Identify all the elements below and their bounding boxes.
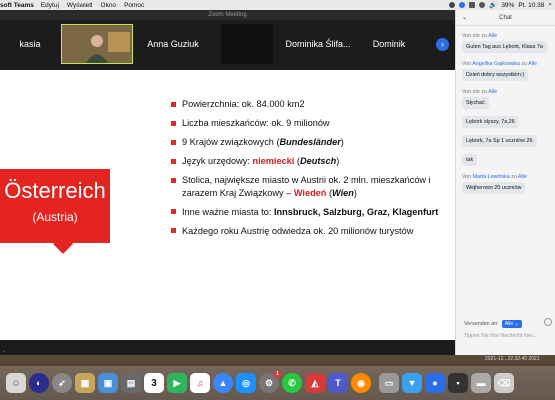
search-icon[interactable]: ⌕ <box>548 1 552 9</box>
message-sender: Von Angelika Gajkowska zu Alle <box>462 61 538 67</box>
chat-message: Wejherowo 20 uczniów <box>462 182 526 194</box>
file-icon[interactable] <box>544 318 552 326</box>
participant-tile-dominika[interactable]: Dominika Ślifa... <box>280 24 356 64</box>
fact-states: 9 Krajów związkowych (Bundesländer) <box>171 136 441 149</box>
dock: ☺ ◐ ➶ ▦ ▣ ▤ 3 ▶ ♫ ▲ ◎ ⚙ 1 ✆ ◭ T ◉ ▭ ▼ ● ▪… <box>0 366 555 400</box>
send-to-label: Versenden an: <box>464 321 499 327</box>
participant-name: kasia <box>19 39 41 49</box>
chat-input[interactable]: Tippen Sie Ihre Nachricht hier... <box>464 333 552 339</box>
chat-header: ⌄ Chat <box>456 10 555 26</box>
calendar-icon[interactable]: 3 <box>144 373 164 393</box>
fact-area: Powierzchnia: ok. 84.000 km2 <box>171 98 441 111</box>
chat-title: Chat <box>499 15 512 21</box>
participant-name: Anna Guziuk <box>147 39 199 49</box>
participant-strip: kasia Anna Guziuk Dominika Ślifa... Domi… <box>0 20 455 70</box>
fact-capital: Stolica, największe miasto w Austrii ok.… <box>171 174 441 199</box>
message-sender: Von mir zu Alle <box>462 89 498 95</box>
fact-list: Powierzchnia: ok. 84.000 km2 Liczba mies… <box>171 98 441 244</box>
message-sender: Von Marta Lewińska zu Alle <box>462 174 527 180</box>
message-sender: Von mir zu Alle <box>462 33 498 39</box>
pdf-app-icon[interactable]: ◭ <box>305 373 325 393</box>
participant-name: Dominika Ślifa... <box>285 39 351 49</box>
fact-population: Liczba mieszkańców: ok. 9 milionów <box>171 117 441 130</box>
chat-messages[interactable]: Von mir zu Alle Guten Tag aus Lębork, Kl… <box>462 30 554 199</box>
participant-name: Dominik <box>372 39 406 49</box>
printer-icon[interactable]: ▭ <box>379 373 399 393</box>
zoom-status-icon[interactable] <box>459 2 466 8</box>
chevron-down-icon[interactable]: ⌄ <box>462 10 467 26</box>
fact-cities: Inne ważne miasta to: Innsbruck, Salzbur… <box>171 206 441 219</box>
participant-tile-dominik[interactable]: Dominik <box>360 24 418 64</box>
preview-icon[interactable]: ▣ <box>98 373 118 393</box>
photo-icon[interactable]: ▤ <box>121 373 141 393</box>
bluetooth-icon[interactable] <box>469 2 476 8</box>
settings-gear-icon[interactable]: ⚙ 1 <box>259 371 281 393</box>
fact-tourism: Każdego roku Austrię odwiedza ok. 20 mil… <box>171 225 441 238</box>
participant-video[interactable] <box>61 24 133 64</box>
finder-icon[interactable]: ☺ <box>6 373 26 393</box>
chat-message: Lębork słyszy, 7a,26 <box>462 116 519 128</box>
notes-app-icon[interactable]: ▦ <box>75 373 95 393</box>
status-icon[interactable] <box>449 2 456 8</box>
battery-percent[interactable]: 39% <box>501 2 514 9</box>
chat-message: Słychać <box>462 97 489 109</box>
whatsapp-icon[interactable]: ✆ <box>282 373 302 393</box>
participant-tile-kasia[interactable]: kasia <box>2 24 58 64</box>
downloads-icon[interactable]: ▼ <box>402 373 422 393</box>
next-participants-button[interactable]: › <box>436 38 449 51</box>
trash-icon[interactable]: ⌫ <box>494 373 514 393</box>
clock[interactable]: Pt. 10:38 <box>518 2 544 9</box>
desktop-timestamp: 2021-12...22.32.40 2021 <box>485 356 540 362</box>
participant-tile-anna[interactable]: Anna Guziuk <box>138 24 208 64</box>
chevron-down-icon[interactable]: ⌄ <box>2 348 6 354</box>
music-icon[interactable]: ♫ <box>190 373 210 393</box>
menu-extras: 🔊 39% Pt. 10:38 ⌕ <box>449 0 552 10</box>
chat-message: Dzień dobry wszystkim:) <box>462 69 529 81</box>
country-subtitle: (Austria) <box>32 210 78 224</box>
menu-edit[interactable]: Edytuj <box>41 2 59 9</box>
chat-message: Guten Tag aus Lębork, Klasa 7a <box>462 41 547 53</box>
chat-panel: ⌄ Chat Von mir zu Alle Guten Tag aus Lęb… <box>455 10 555 355</box>
facetime-icon[interactable]: ▶ <box>167 373 187 393</box>
menu-view[interactable]: Wyświetl <box>67 2 93 9</box>
screen: soft Teams Edytuj Wyświetl Okno Pomoc 🔊 … <box>0 0 555 400</box>
chat-message: Lębork, 7a Sp 1 uczniów 26 <box>462 135 537 147</box>
zoom-icon[interactable]: ● <box>425 373 445 393</box>
country-title: Österreich <box>4 178 106 203</box>
launchpad-icon[interactable]: ➶ <box>52 373 72 393</box>
person-video-thumbnail <box>62 25 132 63</box>
app-icon[interactable]: ◉ <box>351 373 371 393</box>
window-title: Zoom Meeting <box>0 10 455 20</box>
chat-message: tak <box>462 154 478 166</box>
wifi-icon[interactable] <box>479 2 486 8</box>
dock-divider <box>374 373 376 393</box>
participant-tile-dark[interactable] <box>221 24 273 64</box>
menu-window[interactable]: Okno <box>101 2 117 9</box>
app-menu[interactable]: soft Teams <box>0 2 34 9</box>
recipient-select[interactable]: Alle ⌄ <box>501 320 522 328</box>
siri-icon[interactable]: ◐ <box>29 373 49 393</box>
chevron-right-icon: › <box>441 39 444 49</box>
menu-help[interactable]: Pomoc <box>124 2 144 9</box>
fact-language: Język urzędowy: niemiecki (Deutsch) <box>171 155 441 168</box>
folder-icon[interactable]: ▬ <box>471 373 491 393</box>
teams-icon[interactable]: T <box>328 373 348 393</box>
menu-bar: soft Teams Edytuj Wyświetl Okno Pomoc 🔊 … <box>0 0 555 10</box>
meeting-controls-bar: ⌄ <box>0 340 455 355</box>
shared-slide: Österreich (Austria) Powierzchnia: ok. 8… <box>0 70 455 340</box>
keynote-icon[interactable]: ▲ <box>213 373 233 393</box>
send-to-row: Versenden an: Alle ⌄ <box>464 320 522 328</box>
screenshot-icon[interactable]: ▪ <box>448 373 468 393</box>
safari-icon[interactable]: ◎ <box>236 373 256 393</box>
volume-icon[interactable]: 🔊 <box>489 1 497 9</box>
